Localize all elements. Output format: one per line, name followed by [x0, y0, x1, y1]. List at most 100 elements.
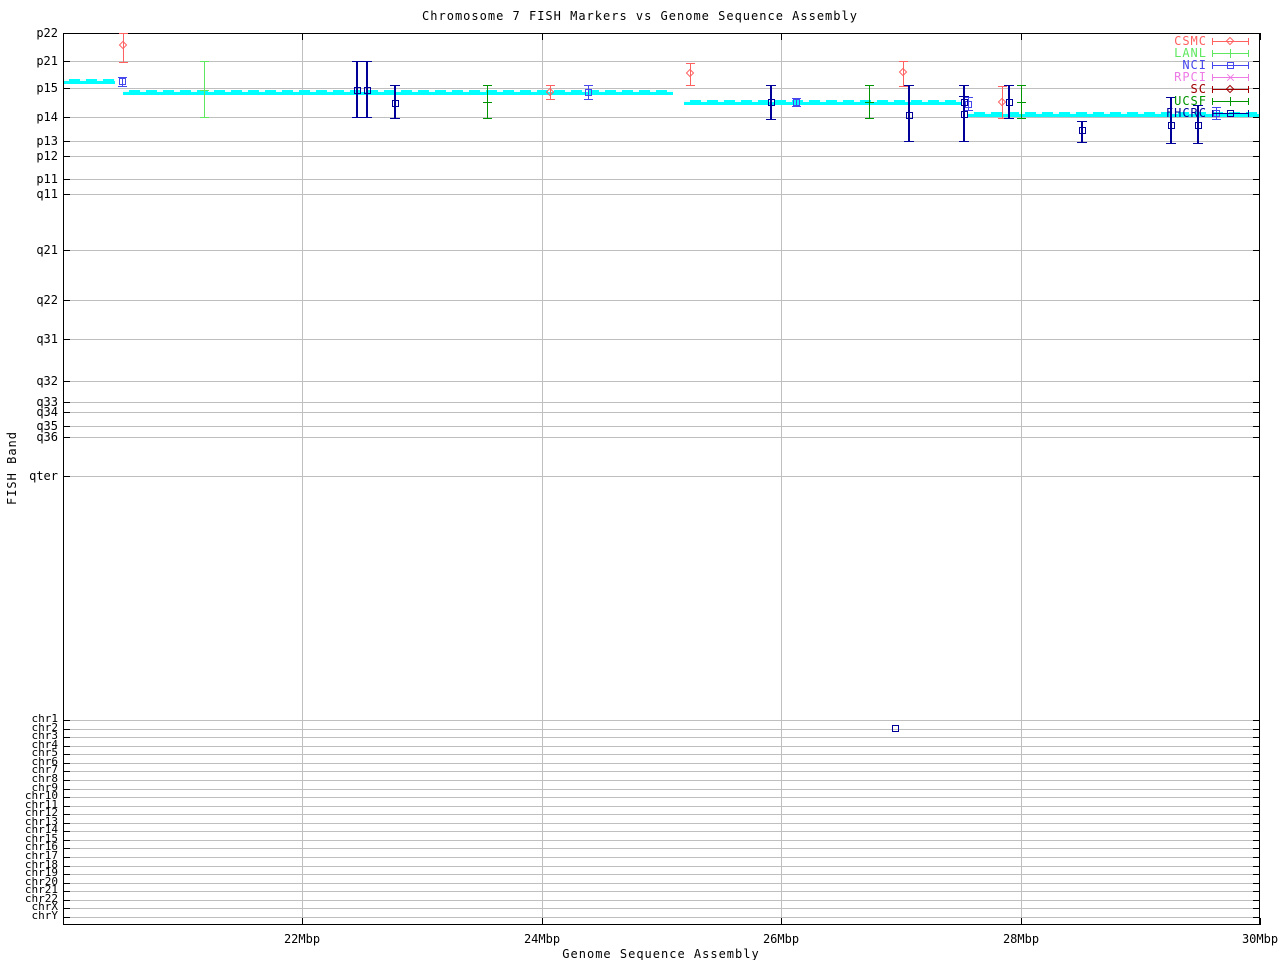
legend-sample-cap — [1212, 86, 1213, 93]
data-point-ucsf — [1021, 98, 1022, 107]
y-tick-left — [63, 797, 70, 798]
x-tick-bottom — [1260, 918, 1261, 925]
error-bar-cap-bottom — [584, 99, 593, 100]
y-tick-left — [63, 900, 70, 901]
y-tick-right — [1253, 754, 1260, 755]
y-tick-left — [63, 917, 70, 918]
y-tick-right — [1253, 917, 1260, 918]
y-tick-label: p15 — [36, 81, 58, 95]
error-bar-cap-top — [904, 85, 914, 86]
data-point-fhcrc — [1168, 122, 1175, 129]
y-tick-right — [1253, 891, 1260, 892]
data-point-nci — [119, 78, 126, 85]
error-bar-cap-bottom — [1004, 118, 1014, 119]
y-tick-label: p13 — [36, 134, 58, 148]
y-tick-right — [1253, 250, 1260, 251]
error-bar-cap-top — [865, 85, 874, 86]
y-tick-left — [63, 771, 70, 772]
error-bar-cap-top — [766, 85, 776, 86]
y-tick-left — [63, 908, 70, 909]
y-tick-right — [1253, 117, 1260, 118]
y-tick-left — [63, 789, 70, 790]
error-bar-cap-bottom — [1077, 142, 1087, 143]
y-tick-right — [1253, 61, 1260, 62]
error-bar-cap-bottom — [959, 141, 969, 142]
y-tick-left — [63, 426, 70, 427]
legend-sample-cap — [1212, 74, 1213, 81]
y-tick-label: q34 — [36, 405, 58, 419]
error-bar-cap-bottom — [1017, 118, 1026, 119]
data-point-fhcrc — [354, 87, 361, 94]
error-bar-cap-top — [959, 96, 969, 97]
chart-page: Chromosome 7 FISH Markers vs Genome Sequ… — [0, 0, 1280, 960]
y-tick-label: p11 — [36, 172, 58, 186]
y-tick-right — [1253, 840, 1260, 841]
y-tick-left — [63, 814, 70, 815]
y-tick-right — [1253, 402, 1260, 403]
x-tick-top — [781, 33, 782, 40]
chart-title: Chromosome 7 FISH Markers vs Genome Sequ… — [422, 9, 858, 23]
error-bar-cap-bottom — [766, 119, 776, 120]
y-tick-right — [1253, 300, 1260, 301]
legend-sample-cap — [1248, 62, 1249, 69]
legend-marker-fhcrc — [1227, 110, 1234, 117]
y-tick-right — [1253, 720, 1260, 721]
y-tick-right — [1253, 437, 1260, 438]
y-tick-right — [1253, 476, 1260, 477]
error-bar-cap-bottom — [118, 86, 127, 87]
y-tick-left — [63, 88, 70, 89]
y-tick-right — [1253, 763, 1260, 764]
y-tick-left — [63, 476, 70, 477]
x-tick-label: 22Mbp — [283, 932, 321, 946]
plot-frame — [63, 33, 1260, 925]
y-tick-right — [1253, 737, 1260, 738]
y-tick-left — [63, 866, 70, 867]
y-tick-left — [63, 737, 70, 738]
legend-sample-cap — [1248, 86, 1249, 93]
legend-marker-ucsf — [1230, 97, 1231, 106]
y-tick-left — [63, 117, 70, 118]
y-tick-label: q31 — [36, 332, 58, 346]
error-bar-cap-bottom — [1212, 119, 1221, 120]
y-tick-label: chrY — [31, 909, 59, 922]
y-tick-right — [1253, 814, 1260, 815]
x-tick-top — [1021, 33, 1022, 40]
y-tick-label: p22 — [36, 26, 58, 40]
legend-marker-lanl — [1230, 49, 1231, 58]
x-tick-bottom — [302, 918, 303, 925]
x-tick-bottom — [781, 918, 782, 925]
y-tick-right — [1253, 179, 1260, 180]
y-tick-right — [1253, 780, 1260, 781]
y-tick-right — [1253, 874, 1260, 875]
y-tick-right — [1253, 831, 1260, 832]
y-tick-right — [1253, 806, 1260, 807]
x-tick-label: 28Mbp — [1002, 932, 1040, 946]
y-tick-left — [63, 823, 70, 824]
error-bar-cap-bottom — [546, 99, 555, 100]
error-bar-cap-top — [1212, 107, 1221, 108]
error-bar-cap-bottom — [483, 118, 492, 119]
y-tick-label: p12 — [36, 149, 58, 163]
x-tick-bottom — [1021, 918, 1022, 925]
error-bar — [963, 96, 965, 141]
y-tick-left — [63, 141, 70, 142]
y-tick-left — [63, 300, 70, 301]
y-tick-right — [1253, 194, 1260, 195]
legend-marker-nci — [1227, 62, 1234, 69]
y-tick-left — [63, 33, 70, 34]
y-tick-label: q36 — [36, 430, 58, 444]
y-tick-label: q22 — [36, 293, 58, 307]
error-bar-cap-top — [362, 61, 372, 62]
error-bar-cap-bottom — [899, 86, 908, 87]
error-bar-cap-bottom — [686, 85, 695, 86]
error-bar-cap-bottom — [1193, 143, 1203, 144]
y-tick-right — [1253, 426, 1260, 427]
y-tick-right — [1253, 797, 1260, 798]
y-tick-left — [63, 412, 70, 413]
y-tick-right — [1253, 908, 1260, 909]
error-bar-cap-top — [200, 61, 209, 62]
y-tick-left — [63, 840, 70, 841]
error-bar-cap-bottom — [200, 117, 209, 118]
data-point-fhcrc — [1079, 127, 1086, 134]
y-tick-right — [1253, 823, 1260, 824]
